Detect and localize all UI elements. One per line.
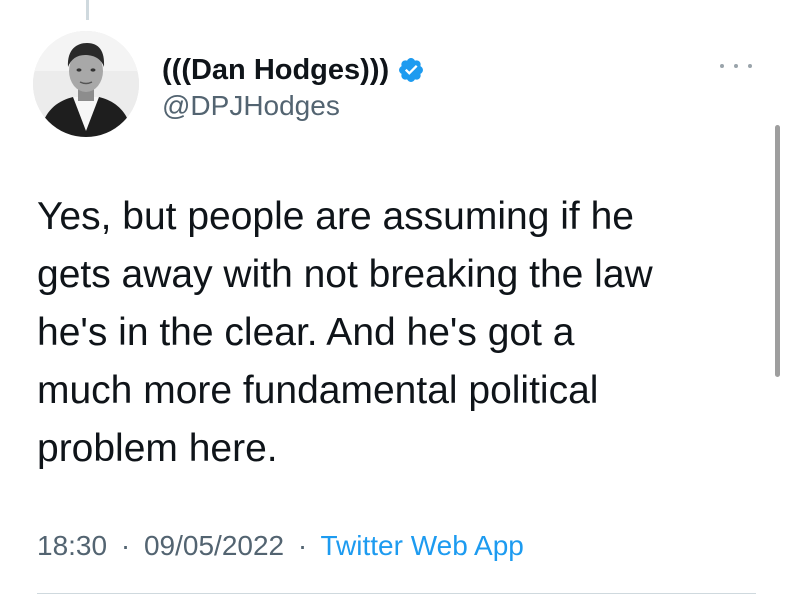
more-dot-icon: [734, 64, 738, 68]
scrollbar[interactable]: [775, 125, 780, 377]
tweet-text-line: problem here.: [37, 427, 278, 470]
tweet-text-line: he's in the clear. And he's got a: [37, 311, 575, 354]
author-handle[interactable]: @DPJHodges: [162, 90, 340, 122]
author-name-row: (((Dan Hodges))): [162, 50, 425, 90]
meta-separator: ·: [297, 530, 308, 561]
more-dot-icon: [748, 64, 752, 68]
tweet-text-line: gets away with not breaking the law: [37, 253, 653, 296]
divider: [37, 593, 756, 594]
more-options-icon[interactable]: [720, 58, 752, 74]
tweet-text-line: much more fundamental political: [37, 369, 599, 412]
tweet-text-line: Yes, but people are assuming if he: [37, 195, 634, 238]
author-display-name[interactable]: (((Dan Hodges))): [162, 54, 389, 87]
tweet-time[interactable]: 18:30: [37, 530, 107, 561]
verified-badge-icon: [399, 58, 424, 82]
tweet-date[interactable]: 09/05/2022: [144, 530, 284, 561]
meta-separator: ·: [120, 530, 131, 561]
tweet-text: Yes, but people are assuming if he gets …: [37, 188, 752, 478]
more-dot-icon: [720, 64, 724, 68]
avatar-image: [33, 31, 139, 137]
tweet-meta: 18:30 · 09/05/2022 · Twitter Web App: [37, 530, 524, 562]
tweet-source-link[interactable]: Twitter Web App: [321, 530, 524, 561]
avatar[interactable]: [33, 31, 139, 137]
thread-connector-line: [86, 0, 89, 20]
